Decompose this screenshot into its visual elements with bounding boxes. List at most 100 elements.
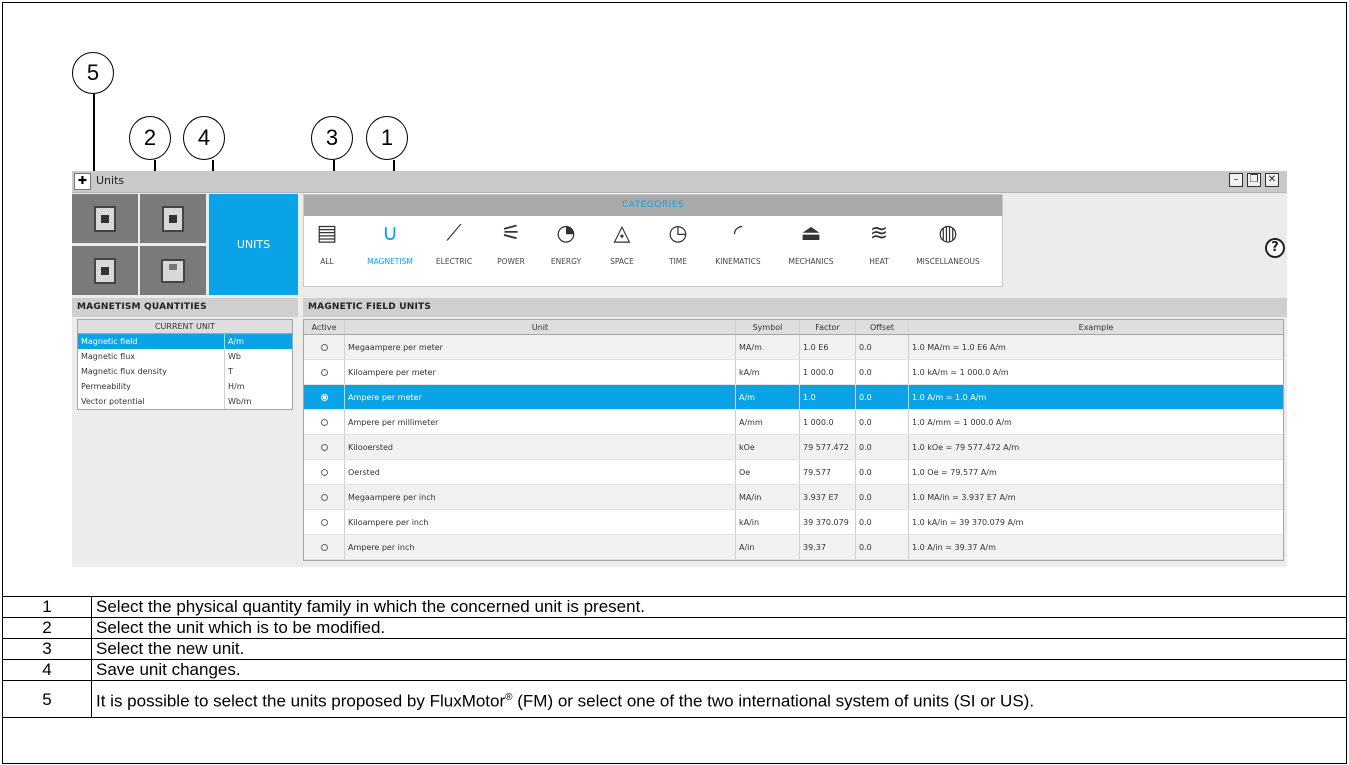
unit-row[interactable]: Kilooersted kOe 79 577.472 0.0 1.0 kOe = 79 …: [304, 435, 1283, 460]
unit-symbol: Oe: [735, 460, 799, 484]
units-label: UNITS: [236, 238, 271, 251]
quantity-row[interactable]: Magnetic flux density T: [78, 364, 292, 379]
unit-factor: 39 370.079: [799, 510, 855, 534]
quantity-row[interactable]: Vector potential Wb/m: [78, 394, 292, 409]
active-radio[interactable]: [320, 394, 328, 401]
close-icon[interactable]: ✕: [1265, 173, 1279, 187]
units-header: MAGNETIC FIELD UNITS: [303, 298, 1287, 317]
unit-offset: 0.0: [855, 360, 908, 384]
unit-offset: 0.0: [855, 435, 908, 459]
active-radio[interactable]: [320, 544, 328, 551]
active-radio[interactable]: [320, 369, 328, 376]
unit-offset: 0.0: [855, 510, 908, 534]
legend-number: 5: [2, 680, 92, 718]
fm-units-button[interactable]: [72, 194, 138, 243]
magnet-icon: ∪: [381, 221, 399, 246]
callout-number: 2: [143, 125, 157, 150]
heat-waves-icon: ≋: [869, 221, 889, 246]
unit-row[interactable]: Kiloampere per meter kA/m 1 000.0 0.0 1.0 kA…: [304, 360, 1283, 385]
category-energy[interactable]: ◔ ENERGY: [534, 219, 598, 266]
minimize-icon[interactable]: –: [1229, 173, 1243, 187]
unit-factor: 3.937 E7: [799, 485, 855, 509]
unit-offset: 0.0: [855, 535, 908, 559]
unit-offset: 0.0: [855, 385, 908, 409]
quantity-current-unit: Wb: [224, 349, 292, 364]
ruler-icon: ▤: [316, 221, 338, 246]
category-label: POWER: [497, 257, 525, 266]
title-bar: ✚ Units – ❐ ✕: [72, 171, 1287, 193]
unit-example: 1.0 kA/m = 1 000.0 A/m: [908, 360, 1283, 384]
unit-factor: 1 000.0: [799, 360, 855, 384]
category-heat[interactable]: ≋ HEAT: [847, 219, 911, 266]
quantity-current-unit: Wb/m: [224, 394, 292, 409]
legend-number: 4: [2, 659, 92, 681]
unit-example: 1.0 A/mm = 1 000.0 A/m: [908, 410, 1283, 434]
unit-row[interactable]: Ampere per inch A/in 39.37 0.0 1.0 A/in = 39…: [304, 535, 1283, 560]
category-mechanics[interactable]: ⏏ MECHANICS: [779, 219, 843, 266]
unit-factor: 79.577: [799, 460, 855, 484]
category-kinematics[interactable]: ◜ KINEMATICS: [706, 219, 770, 266]
units-tab[interactable]: UNITS: [209, 194, 298, 295]
quantity-row[interactable]: Magnetic field A/m: [78, 334, 292, 349]
si-units-button[interactable]: [140, 194, 206, 243]
active-radio[interactable]: [320, 494, 328, 501]
unit-name: Oersted: [344, 460, 735, 484]
category-time[interactable]: ◷ TIME: [646, 219, 710, 266]
active-cell: [304, 510, 344, 534]
category-miscellaneous[interactable]: ◍ MISCELLANEOUS: [916, 219, 980, 266]
quantity-name: Permeability: [81, 382, 131, 391]
active-radio[interactable]: [320, 419, 328, 426]
unit-name: Ampere per millimeter: [344, 410, 735, 434]
unit-example: 1.0 MA/in = 3.937 E7 A/m: [908, 485, 1283, 509]
us-units-button[interactable]: [72, 246, 138, 295]
active-cell: [304, 535, 344, 559]
unit-symbol: kOe: [735, 435, 799, 459]
active-cell: [304, 485, 344, 509]
legend-number: 1: [2, 596, 92, 618]
category-label: SPACE: [610, 257, 634, 266]
callout-number: 5: [86, 60, 100, 85]
legend-text: Select the new unit.: [91, 638, 1347, 660]
active-radio[interactable]: [320, 444, 328, 451]
active-radio[interactable]: [320, 519, 328, 526]
unit-symbol: A/mm: [735, 410, 799, 434]
active-radio[interactable]: [320, 469, 328, 476]
ruler-si-icon: [162, 205, 184, 232]
unit-row[interactable]: Ampere per meter A/m 1.0 0.0 1.0 A/m = 1.0 A…: [304, 385, 1283, 410]
restore-icon[interactable]: ❐: [1247, 173, 1261, 187]
unit-example: 1.0 A/in = 39.37 A/m: [908, 535, 1283, 559]
unit-row[interactable]: Oersted Oe 79.577 0.0 1.0 Oe = 79.577 A/m: [304, 460, 1283, 485]
category-all[interactable]: ▤ ALL: [295, 219, 359, 266]
category-space[interactable]: ◬ SPACE: [590, 219, 654, 266]
active-radio[interactable]: [320, 344, 328, 351]
active-cell: [304, 360, 344, 384]
category-label: HEAT: [869, 257, 889, 266]
category-magnetism[interactable]: ∪ MAGNETISM: [358, 219, 422, 266]
unit-row[interactable]: Megaampere per inch MA/in 3.937 E7 0.0 1.0 M…: [304, 485, 1283, 510]
unit-factor: 79 577.472: [799, 435, 855, 459]
category-electric[interactable]: ⟋ ELECTRIC: [422, 219, 486, 266]
legend-text: Select the physical quantity family in w…: [91, 596, 1347, 618]
unit-row[interactable]: Megaampere per meter MA/m 1.0 E6 0.0 1.0 MA/…: [304, 335, 1283, 360]
help-icon[interactable]: ?: [1265, 238, 1285, 258]
callout-5: 5: [72, 52, 114, 94]
categories-panel: CATEGORIES ▤ ALL ∪ MAGNETISM ⟋ ELECTRIC ⚟ PO…: [303, 194, 1003, 287]
unit-offset: 0.0: [855, 485, 908, 509]
category-label: ALL: [320, 257, 334, 266]
unit-row[interactable]: Ampere per millimeter A/mm 1 000.0 0.0 1.0 A…: [304, 410, 1283, 435]
legend-table: 1 Select the physical quantity family in …: [2, 596, 1347, 718]
callout-4: 4: [183, 116, 225, 160]
callout-number: 1: [380, 125, 394, 150]
unit-row[interactable]: Kiloampere per inch kA/in 39 370.079 0.0 1.0…: [304, 510, 1283, 535]
quantity-row[interactable]: Magnetic flux Wb: [78, 349, 292, 364]
unit-symbol: MA/m: [735, 335, 799, 359]
legend-text: It is possible to select the units propo…: [91, 680, 1347, 718]
unit-symbol: kA/in: [735, 510, 799, 534]
money-bag-icon: ◍: [938, 221, 958, 246]
category-label: TIME: [668, 257, 687, 266]
callout-1: 1: [366, 116, 408, 160]
quantity-row[interactable]: Permeability H/m: [78, 379, 292, 394]
save-button[interactable]: [140, 246, 206, 295]
unit-factor: 1.0: [799, 385, 855, 409]
legend-row: 1 Select the physical quantity family in …: [2, 596, 1347, 618]
